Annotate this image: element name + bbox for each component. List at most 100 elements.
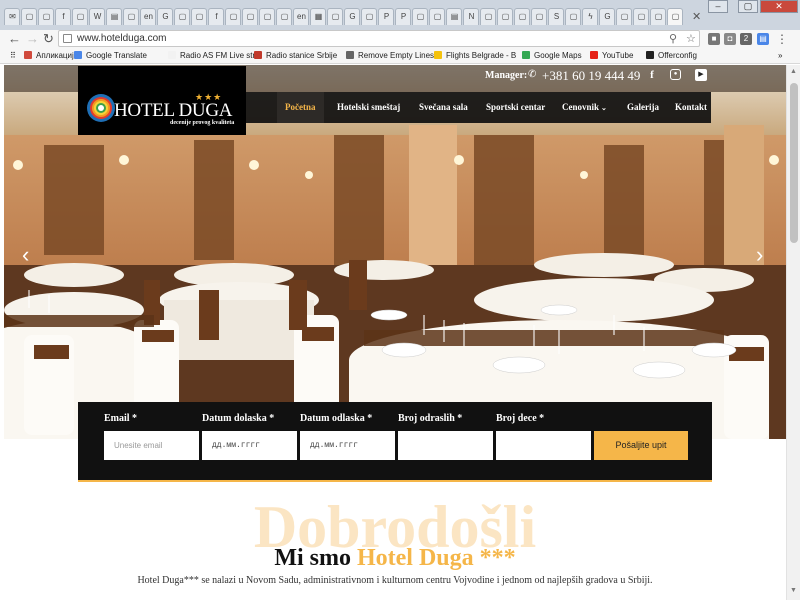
browser-tab[interactable]: ▢ xyxy=(497,8,513,25)
departure-date-field[interactable]: дд.мм.гггг xyxy=(300,431,395,460)
browser-tab[interactable]: P xyxy=(395,8,411,25)
nav-item-galerija[interactable]: Galerija xyxy=(627,92,659,123)
window-close-button[interactable]: ✕ xyxy=(760,0,798,13)
scroll-up-arrow-icon[interactable]: ▲ xyxy=(790,68,797,75)
browser-tab[interactable]: ▢ xyxy=(123,8,139,25)
browser-tab[interactable]: ▢ xyxy=(531,8,547,25)
doc-icon: ▢ xyxy=(654,12,663,21)
browser-tab[interactable]: ▢ xyxy=(361,8,377,25)
forward-button[interactable]: → xyxy=(26,32,39,46)
youtube-icon[interactable]: ▶ xyxy=(695,69,707,81)
slider-next-arrow-icon[interactable]: › xyxy=(756,244,763,266)
nav-item-cenovnik[interactable]: Cenovnik ⌄ xyxy=(562,92,607,123)
browser-tab[interactable]: P xyxy=(378,8,394,25)
browser-tab[interactable]: ▤ xyxy=(446,8,462,25)
bookmark-item[interactable]: Remove Empty Lines xyxy=(346,49,434,63)
browser-tab[interactable]: ▢ xyxy=(327,8,343,25)
docs-extension-icon[interactable]: ▤ xyxy=(757,33,769,45)
tab-close-icon[interactable]: ✕ xyxy=(692,10,701,23)
nav-item-svecana-sala[interactable]: Svečana sala xyxy=(419,92,468,123)
address-bar[interactable]: www.hoteldugа.com ⚲ ☆ xyxy=(58,30,700,47)
bookmark-item[interactable]: Апликације xyxy=(24,49,78,63)
page-scrollbar[interactable]: ▲ ▼ xyxy=(786,65,800,600)
scroll-down-arrow-icon[interactable]: ▼ xyxy=(790,587,797,594)
nav-item-pocetna[interactable]: Početna xyxy=(277,92,324,123)
scrollbar-thumb[interactable] xyxy=(790,83,798,243)
browser-tab[interactable]: ▢ xyxy=(72,8,88,25)
camera-extension-icon[interactable]: ◘ xyxy=(724,33,736,45)
apps-grid-icon[interactable]: ⠿ xyxy=(10,49,16,63)
bookmark-item[interactable]: Google Translate xyxy=(74,49,147,63)
nav-item-hotelski-smestaj[interactable]: Hotelski smeštaj xyxy=(337,92,400,123)
bookmark-item[interactable]: YouTube xyxy=(590,49,633,63)
slider-prev-arrow-icon[interactable]: ‹ xyxy=(22,244,29,266)
browser-tab[interactable]: ▢ xyxy=(616,8,632,25)
browser-tab[interactable]: ▢ xyxy=(480,8,496,25)
google-icon: G xyxy=(162,12,169,21)
browser-tab[interactable]: ▢ xyxy=(259,8,275,25)
browser-tab[interactable]: ▢ xyxy=(650,8,666,25)
browser-tab[interactable]: ▢ xyxy=(174,8,190,25)
browser-tab[interactable]: ▢ xyxy=(38,8,54,25)
page-info-icon[interactable] xyxy=(63,34,72,43)
browser-tab[interactable]: ▢ xyxy=(21,8,37,25)
nav-item-kontakt[interactable]: Kontakt xyxy=(675,92,707,123)
window-minimize-button[interactable]: – xyxy=(708,0,728,13)
browser-tab[interactable]: ▢ xyxy=(412,8,428,25)
send-inquiry-button[interactable]: Pošaljite upit xyxy=(594,431,688,460)
email-label: Email * xyxy=(104,413,138,424)
browser-tab[interactable]: en xyxy=(293,8,309,25)
doc-icon: ▢ xyxy=(671,12,680,21)
reload-button[interactable]: ↻ xyxy=(43,32,54,46)
back-button[interactable]: ← xyxy=(8,32,21,46)
doc-icon: ▢ xyxy=(25,12,34,21)
browser-tab[interactable]: ▢ xyxy=(429,8,445,25)
arrival-date-field[interactable]: дд.мм.гггг xyxy=(202,431,297,460)
manager-phone[interactable]: +381 60 19 444 49 xyxy=(542,68,640,84)
browser-tab[interactable]: ▢ xyxy=(242,8,258,25)
browser-tab[interactable]: W xyxy=(89,8,105,25)
browser-tab[interactable]: ▢ xyxy=(514,8,530,25)
browser-tab[interactable]: f xyxy=(55,8,71,25)
bookmark-favicon-icon xyxy=(168,51,176,59)
bookmark-favicon-icon xyxy=(254,51,262,59)
browser-tab[interactable]: ▤ xyxy=(106,8,122,25)
browser-tab[interactable]: ▢ xyxy=(191,8,207,25)
browser-tab[interactable]: S xyxy=(548,8,564,25)
browser-tab[interactable]: ϟ xyxy=(582,8,598,25)
browser-tab[interactable]: G xyxy=(599,8,615,25)
bookmarks-more-button[interactable]: » xyxy=(778,49,782,63)
browser-tab[interactable]: ▢ xyxy=(276,8,292,25)
bookmark-item[interactable]: Flights Belgrade - B xyxy=(434,49,516,63)
browser-tab[interactable]: ▢ xyxy=(667,8,683,25)
kids-count-field[interactable] xyxy=(496,431,591,460)
instagram-icon[interactable]: ● xyxy=(670,69,681,80)
bookmark-item[interactable]: Radio AS FM Live str xyxy=(168,49,255,63)
bookmark-item[interactable]: Offerconfig xyxy=(646,49,697,63)
menu-icon[interactable]: ⋮ xyxy=(776,33,788,45)
window-maximize-button[interactable]: ▢ xyxy=(738,0,758,13)
adults-count-field[interactable] xyxy=(398,431,493,460)
email-field[interactable]: Unesite email xyxy=(104,431,199,460)
search-icon[interactable]: ⚲ xyxy=(669,32,677,46)
browser-tab[interactable]: G xyxy=(344,8,360,25)
hotel-logo[interactable]: ★★★ HOTEL DUGA decenije provog kvaliteta xyxy=(78,66,246,135)
bookmark-item[interactable]: Radio stanice Srbije xyxy=(254,49,337,63)
browser-tab[interactable]: en xyxy=(140,8,156,25)
facebook-icon[interactable]: f xyxy=(646,69,658,81)
browser-tab[interactable]: ▢ xyxy=(565,8,581,25)
bookmark-star-icon[interactable]: ☆ xyxy=(686,32,696,46)
browser-tab[interactable]: ▢ xyxy=(633,8,649,25)
browser-tab[interactable]: G xyxy=(157,8,173,25)
user-profile-icon[interactable] xyxy=(714,18,728,28)
browser-tab[interactable]: ▦ xyxy=(310,8,326,25)
bookmark-item[interactable]: Google Maps xyxy=(522,49,582,63)
browser-tab[interactable]: ✉ xyxy=(4,8,20,25)
browser-tab[interactable]: ▢ xyxy=(225,8,241,25)
doc-icon: ▢ xyxy=(195,12,204,21)
browser-tab[interactable]: N xyxy=(463,8,479,25)
extension-icon[interactable]: ■ xyxy=(708,33,720,45)
nav-item-sportski-centar[interactable]: Sportski centar xyxy=(486,92,545,123)
extension-badge-icon[interactable]: 2 xyxy=(740,33,752,45)
browser-tab[interactable]: f xyxy=(208,8,224,25)
